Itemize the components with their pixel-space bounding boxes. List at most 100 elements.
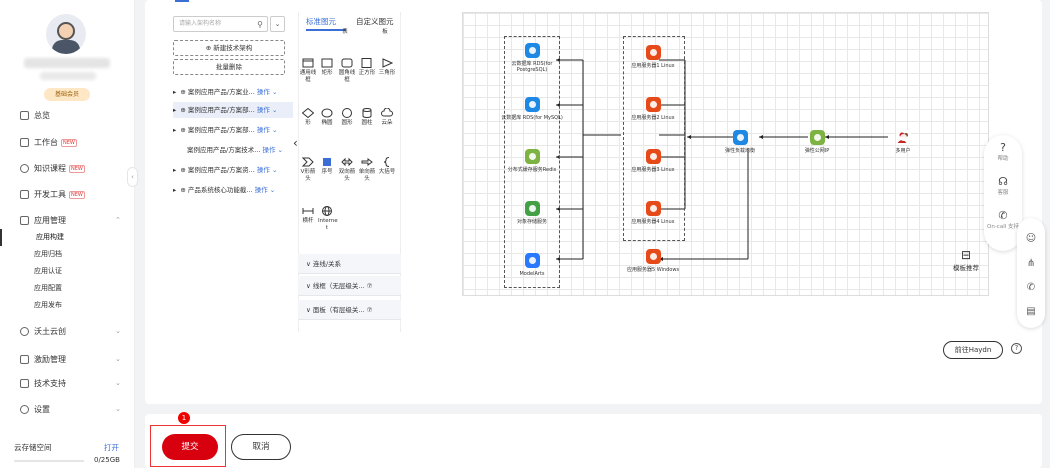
sub-app-config[interactable]: 应用配置 (0, 280, 135, 297)
tree-item[interactable]: ▸ ⊕ 案例应用产品/方案业... 操作 ⌄ (173, 84, 293, 100)
database-icon (524, 97, 540, 112)
smile-icon[interactable]: ☺ (1017, 233, 1045, 244)
help-button[interactable]: ? 帮助 (984, 141, 1022, 162)
node-redis[interactable]: 分布式缓存服务Redis (500, 149, 564, 173)
phone-icon[interactable]: ✆ (1017, 282, 1045, 293)
shape-diamond[interactable]: 形 (299, 108, 317, 127)
node-rds-mysql[interactable]: 云数据库 RDS(for MySQL) (500, 97, 564, 121)
node-users[interactable]: 多用户 (871, 130, 935, 154)
customer-service-button[interactable]: ☊ 客服 (984, 175, 1022, 196)
tab-sub-label: 板 (382, 29, 388, 35)
shape-cloud[interactable]: 云朵 (378, 108, 396, 127)
nav-label: 工作台 NEW (34, 137, 77, 147)
tab-custom-shapes[interactable]: 自定义图元 (356, 16, 394, 27)
nav-devtools[interactable]: 开发工具 NEW (0, 183, 135, 205)
sub-app-build[interactable]: 应用构建 (0, 229, 135, 246)
tree-item[interactable]: ▸ ⊕ 案例应用产品/方案部... 操作 ⌄ (173, 102, 293, 118)
cancel-button[interactable]: 取消 (231, 434, 291, 460)
sidebar-collapse-button[interactable]: ‹ (127, 167, 138, 187)
nav-overview[interactable]: 总览 (0, 104, 135, 126)
accordion-panels[interactable]: ∨ 面板（有层级关... ⑦ (298, 300, 401, 320)
tab-sub-label: 表 (342, 29, 348, 35)
oncall-support-button[interactable]: ✆ On-call 支持 (984, 209, 1022, 230)
tree-item[interactable]: 案例应用产品/方案技术... 操作 ⌄ (173, 142, 293, 158)
node-obs[interactable]: 对象存储服务 (500, 201, 564, 225)
nav-label: 总览 (34, 110, 50, 120)
batch-delete-button[interactable]: 批量删除 (173, 59, 285, 75)
avatar[interactable] (46, 14, 86, 54)
nav-label: 设置 (34, 404, 50, 414)
graduation-cap-icon (20, 163, 29, 173)
tree-item[interactable]: ▸ ⊕ 案例应用产品/方案资... 操作 ⌄ (173, 162, 293, 178)
sub-app-certify[interactable]: 应用认证 (0, 263, 135, 280)
headset-icon: ☊ (998, 175, 1008, 188)
accordion-connections[interactable]: ∨ 连线/关系 (298, 254, 401, 274)
users-icon (895, 130, 911, 145)
search-input[interactable]: 请输入架构名称 ⚲ (173, 16, 268, 32)
userid-blurred (40, 72, 96, 80)
nav-wotu[interactable]: 沃土云创 ⌄ (0, 320, 135, 342)
feedback-icon[interactable]: ▤ (1017, 306, 1045, 317)
node-modelarts[interactable]: ModelArts (500, 253, 564, 277)
sub-app-release[interactable]: 应用发布 (0, 297, 135, 314)
nav-label: 沃土云创 (34, 326, 66, 336)
nav-app-management[interactable]: 应用管理 ⌃ (0, 209, 135, 231)
shape-triangle[interactable]: 三角形 (378, 58, 396, 77)
gift-icon (20, 354, 29, 364)
nav-settings[interactable]: 设置 ⌄ (0, 398, 135, 420)
shape-rect[interactable]: 矩形 (318, 58, 336, 77)
active-indicator (175, 0, 189, 2)
monitor-icon (20, 137, 29, 147)
nav-support[interactable]: 技术支持 ⌄ (0, 372, 135, 394)
shape-internet[interactable]: Interne t (318, 206, 338, 232)
node-rds-postgresql[interactable]: 云数据库 RDS(for PostgreSQL) (500, 43, 564, 73)
cache-icon (524, 149, 540, 164)
ai-icon (524, 253, 540, 268)
tab-standard-shapes[interactable]: 标准图元 (306, 16, 336, 27)
nav-label: 激励管理 (34, 354, 66, 364)
nav-workbench[interactable]: 工作台 NEW (0, 131, 135, 153)
load-balancer-icon (732, 130, 748, 145)
shape-double-arrow[interactable]: 双向箭头 (338, 157, 356, 183)
share-icon[interactable]: ⋔ (1017, 258, 1045, 269)
node-server-2[interactable]: 应用服务器2 Linux (621, 97, 685, 121)
storage-open-link[interactable]: 打开 (104, 442, 119, 453)
nav-courses[interactable]: 知识课程 NEW (0, 157, 135, 179)
tree-item[interactable]: ▸ ⊕ 案例应用产品/方案部... 操作 ⌄ (173, 122, 293, 138)
shape-wireframe[interactable]: 通用线框 (299, 58, 317, 84)
submit-button[interactable]: 提交 (162, 434, 218, 460)
diagram-canvas[interactable]: 云数据库 RDS(for PostgreSQL) 云数据库 RDS(for My… (462, 12, 989, 296)
shape-circle[interactable]: 圆形 (338, 108, 356, 127)
go-haydn-button[interactable]: 前往Haydn (943, 341, 1003, 359)
storage-quota: 0/25GB (94, 456, 120, 464)
shape-cylinder[interactable]: 圆柱 (358, 108, 376, 127)
shape-single-arrow[interactable]: 单向箭头 (358, 157, 376, 183)
question-icon[interactable]: ? (1011, 343, 1022, 354)
node-server-1[interactable]: 应用服务器1 Linux (621, 45, 685, 69)
shape-ellipse[interactable]: 椭圆 (318, 108, 336, 127)
support-icon (20, 378, 29, 388)
node-eip[interactable]: 弹性公网IP (785, 130, 849, 154)
filter-dropdown[interactable]: ⌄ (270, 16, 285, 32)
new-architecture-button[interactable]: ⊕ 新建技术架构 (173, 40, 285, 56)
shape-square[interactable]: 正方形 (358, 58, 376, 77)
shape-number[interactable]: 序号 (318, 157, 336, 176)
accordion-frames[interactable]: ∨ 线框（无层级关... ⑦ (298, 276, 401, 296)
shape-bar[interactable]: 横杆 (299, 206, 317, 225)
node-elb[interactable]: 弹性负载均衡 (708, 130, 772, 154)
template-recommend-button[interactable]: ⊟ 模板推荐 (948, 248, 984, 272)
nav-incentive[interactable]: 激励管理 ⌄ (0, 348, 135, 370)
server-icon (645, 249, 661, 264)
node-server-3[interactable]: 应用服务器3 Linux (621, 149, 685, 173)
server-icon (645, 45, 661, 60)
shape-rounded-rect[interactable]: 圆角线框 (338, 58, 356, 84)
notice-count-badge: 1 (178, 412, 190, 424)
collapse-palette-icon[interactable]: ‹ (293, 136, 298, 150)
tree-item[interactable]: ▸ ⊕ 产品系统核心功能截... 操作 ⌄ (173, 182, 293, 198)
shape-v-arrow[interactable]: V形箭头 (299, 157, 317, 183)
shape-brace[interactable]: 大括号 (378, 157, 396, 176)
sub-app-archive[interactable]: 应用归档 (0, 246, 135, 263)
node-server-4[interactable]: 应用服务器4 Linux (621, 201, 685, 225)
node-server-5[interactable]: 应用服务器5 Windows (621, 249, 685, 273)
storage-label: 云存储空间 (14, 443, 52, 452)
